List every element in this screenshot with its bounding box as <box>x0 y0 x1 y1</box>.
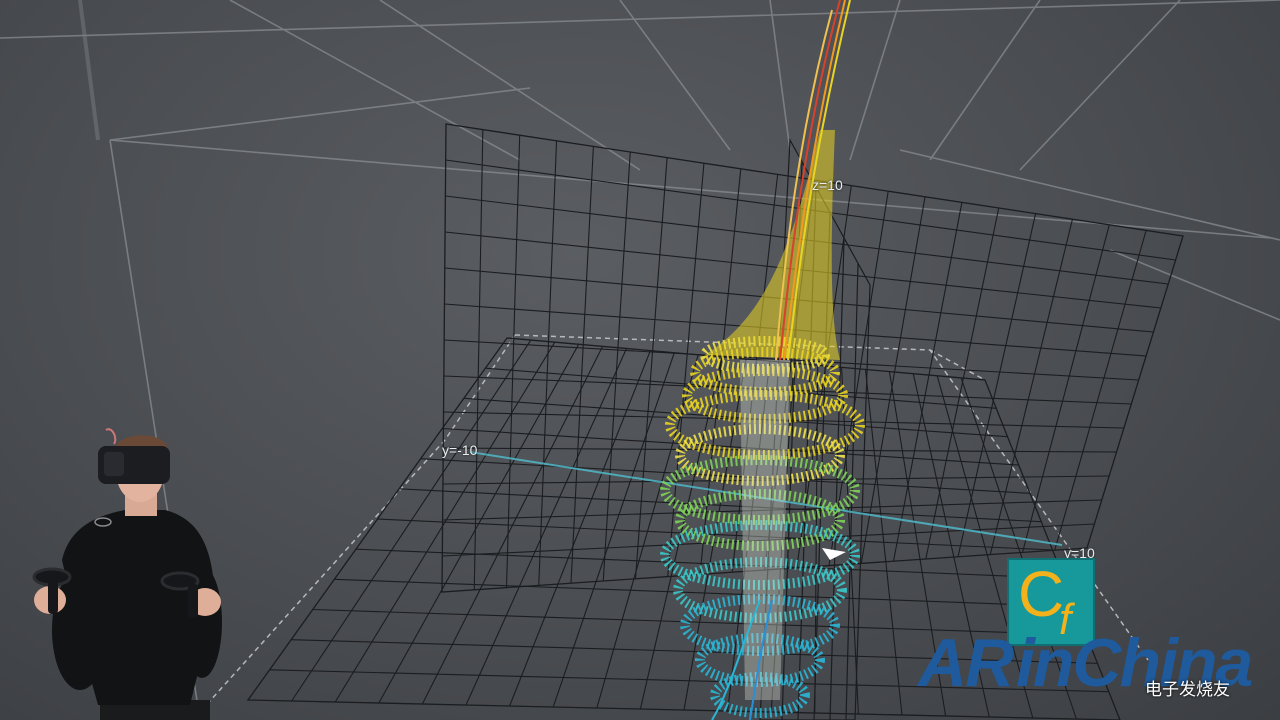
elecfans-watermark: 电子发烧友 <box>1145 680 1230 700</box>
grid-line <box>505 135 521 588</box>
grid-line <box>334 578 1076 608</box>
grid-line <box>420 458 1031 494</box>
person-with-vr-headset <box>32 428 222 720</box>
grid-line <box>1021 224 1110 553</box>
grid-line <box>473 129 484 590</box>
pointer-cursor-icon <box>822 548 846 560</box>
axis-label-y-negative: y=-10 <box>442 442 478 458</box>
logo-letter-c: C <box>1018 558 1065 630</box>
grid-line <box>989 219 1073 555</box>
grid-line <box>957 213 1037 557</box>
grid-line <box>925 207 1000 560</box>
grid-line <box>860 196 926 564</box>
wordmark-ar: AR <box>918 625 1014 701</box>
axis-label-z: z=10 <box>812 177 843 193</box>
